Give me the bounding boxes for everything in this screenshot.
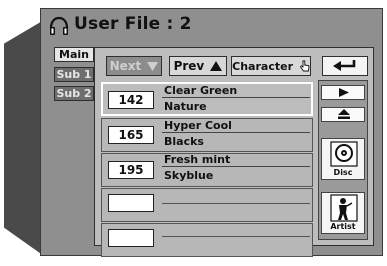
item-number: 195 [108,161,154,179]
down-triangle-icon [147,62,159,71]
frame-shadow [4,20,44,256]
empty-line [162,236,310,237]
empty-line [162,203,310,204]
return-arrow-icon [333,60,356,71]
artist-label: Artist [330,222,356,231]
artist-button[interactable]: Artist [321,192,365,234]
item-subtitle: Nature [164,100,207,113]
prev-button[interactable]: Prev [169,56,227,76]
tab-sub-1[interactable]: Sub 1 [54,67,94,82]
tab-main[interactable]: Main [54,47,94,62]
page-title: User File : 2 [74,14,192,34]
disc-icon [330,141,358,167]
play-button[interactable] [321,85,365,100]
return-button[interactable] [322,56,368,76]
prev-label: Prev [173,59,205,73]
up-triangle-icon [210,61,223,71]
item-title: Clear Green [162,84,310,98]
item-number [108,194,154,212]
character-button[interactable]: Character [231,56,311,76]
eject-button[interactable] [321,107,365,122]
item-title: Fresh mint [162,153,310,167]
next-label: Next [109,59,142,73]
headphones-icon [49,16,69,35]
play-icon [339,88,349,97]
tab-sub-2[interactable]: Sub 2 [54,86,94,101]
item-number: 142 [108,91,154,109]
item-subtitle: Blacks [164,135,204,148]
disc-button[interactable]: Disc [321,138,365,180]
disc-label: Disc [333,168,353,177]
item-subtitle: Skyblue [164,169,214,182]
hand-pointer-icon [299,60,310,72]
artist-icon [330,194,358,222]
character-label: Character [232,60,293,73]
item-number: 165 [108,126,154,144]
next-button[interactable]: Next [106,56,162,76]
eject-icon [338,109,350,119]
item-title: Hyper Cool [162,119,310,133]
item-number [108,229,154,247]
